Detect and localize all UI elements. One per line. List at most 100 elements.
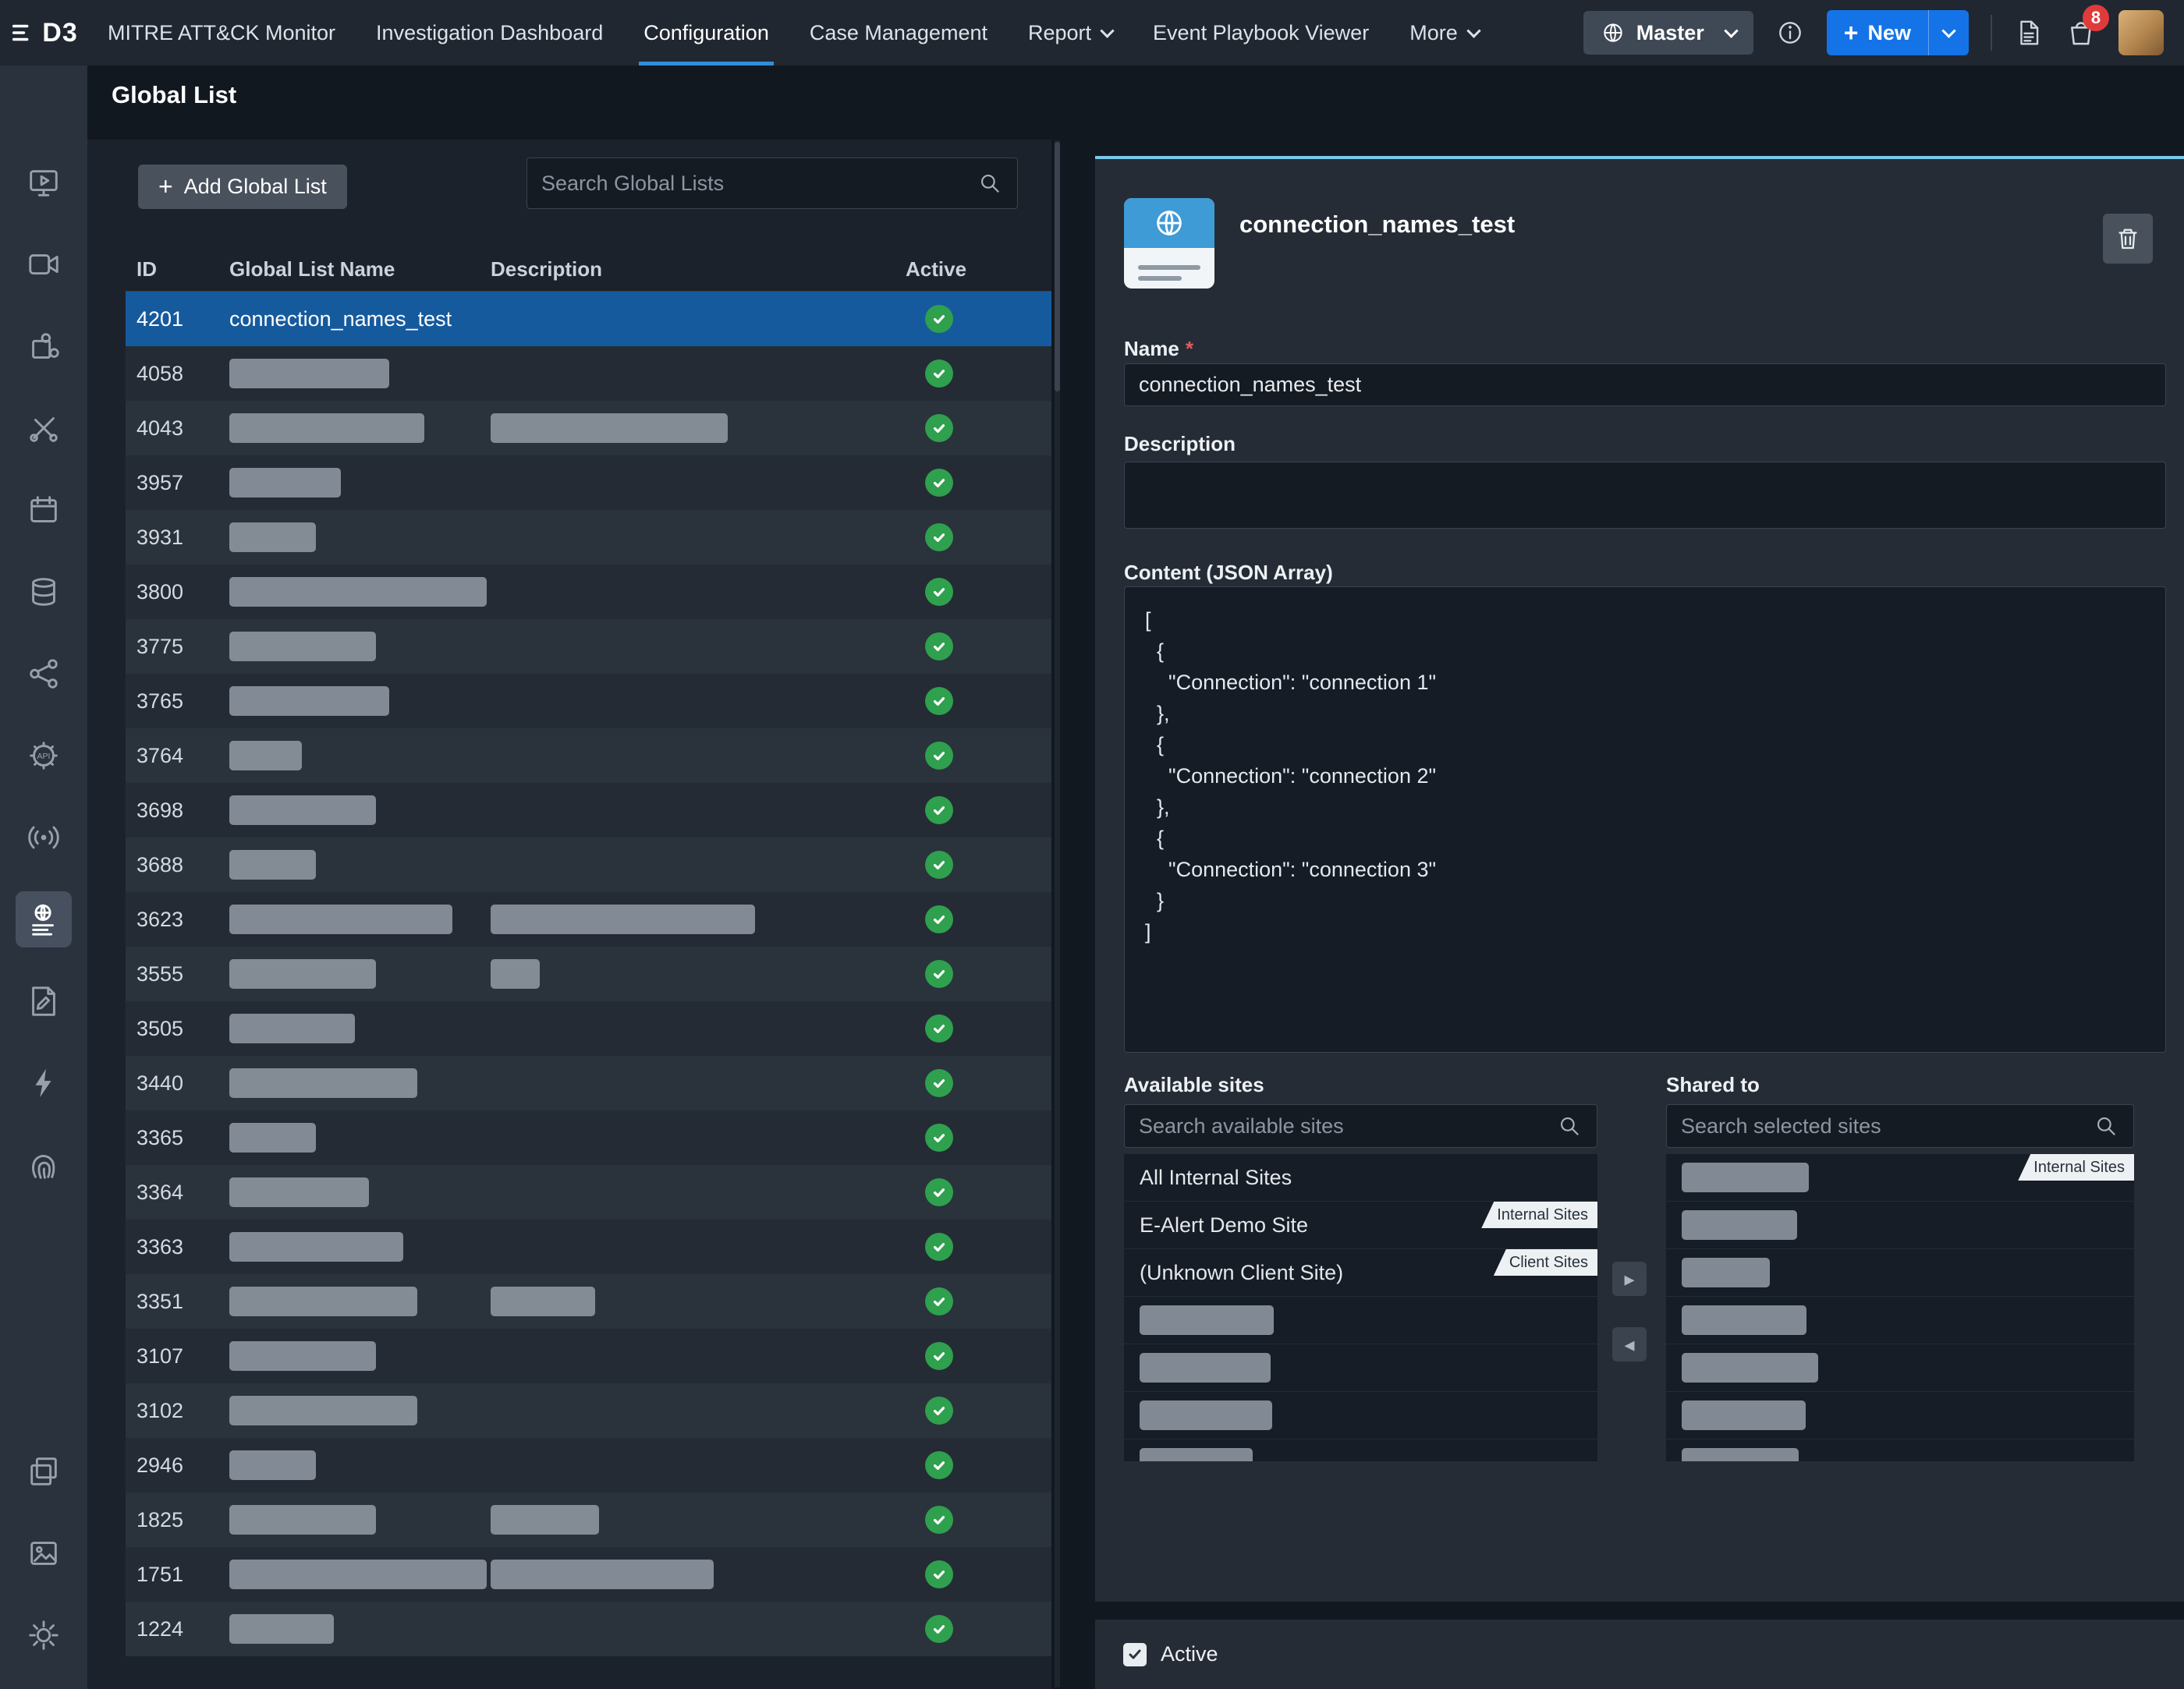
table-row[interactable]: 3363: [126, 1220, 1051, 1274]
table-row[interactable]: 2946: [126, 1438, 1051, 1492]
shared-site-item[interactable]: [1666, 1202, 2134, 1249]
table-row[interactable]: 3555: [126, 947, 1051, 1001]
table-row[interactable]: 1825: [126, 1492, 1051, 1547]
active-check-icon: [925, 1397, 953, 1425]
active-check-icon: [925, 1014, 953, 1043]
shared-site-item[interactable]: Internal Sites: [1666, 1154, 2134, 1202]
new-dropdown-toggle[interactable]: [1928, 10, 1969, 55]
available-site-item[interactable]: E-Alert Demo SiteInternal Sites: [1124, 1202, 1597, 1249]
sidebar-item-broadcast[interactable]: [16, 809, 72, 866]
table-row[interactable]: 1751: [126, 1547, 1051, 1602]
sidebar-item-utilities[interactable]: [16, 400, 72, 456]
scrollbar-thumb[interactable]: [1055, 142, 1060, 391]
table-row[interactable]: 3957: [126, 455, 1051, 510]
table-row[interactable]: 3351: [126, 1274, 1051, 1329]
table-row[interactable]: 3764: [126, 728, 1051, 783]
delete-button[interactable]: [2103, 214, 2153, 264]
available-site-item[interactable]: [1124, 1297, 1597, 1344]
available-site-item[interactable]: All Internal Sites: [1124, 1154, 1597, 1202]
available-site-item[interactable]: [1124, 1392, 1597, 1439]
sidebar-item-graph[interactable]: [16, 646, 72, 702]
nav-item-report[interactable]: Report: [1008, 0, 1133, 66]
table-row[interactable]: 3775: [126, 619, 1051, 674]
nav-item-mitre-att-ck-monitor[interactable]: MITRE ATT&CK Monitor: [87, 0, 356, 66]
sidebar-item-forms[interactable]: [16, 973, 72, 1029]
available-site-item[interactable]: [1124, 1344, 1597, 1392]
sidebar-item-global-lists[interactable]: [16, 891, 72, 947]
nav-item-label: Event Playbook Viewer: [1153, 21, 1369, 45]
shared-site-item[interactable]: [1666, 1392, 2134, 1439]
active-checkbox[interactable]: [1123, 1643, 1147, 1666]
available-site-item[interactable]: [1124, 1439, 1597, 1461]
nav-item-configuration[interactable]: Configuration: [623, 0, 789, 66]
table-row[interactable]: 4058: [126, 346, 1051, 401]
table-row[interactable]: 3102: [126, 1383, 1051, 1438]
table-row[interactable]: 3364: [126, 1165, 1051, 1220]
shared-site-item[interactable]: [1666, 1344, 2134, 1392]
automation-icon: [26, 1065, 62, 1101]
table-row[interactable]: 3107: [126, 1329, 1051, 1383]
table-row[interactable]: 3800: [126, 565, 1051, 619]
row-active: [906, 578, 1051, 606]
table-row[interactable]: 3765: [126, 674, 1051, 728]
row-active: [906, 523, 1051, 551]
row-id: 3364: [126, 1181, 223, 1205]
column-header-active[interactable]: Active: [906, 257, 1051, 282]
column-header-name[interactable]: Global List Name: [223, 257, 491, 282]
sidebar-item-fingerprint[interactable]: [16, 1137, 72, 1193]
sidebar-item-settings[interactable]: [16, 1607, 72, 1663]
shared-site-item[interactable]: [1666, 1439, 2134, 1461]
sidebar-item-calendar[interactable]: [16, 482, 72, 538]
table-row[interactable]: 3623: [126, 892, 1051, 947]
shared-site-item[interactable]: [1666, 1297, 2134, 1344]
sidebar-item-video[interactable]: [16, 236, 72, 292]
table-row[interactable]: 3505: [126, 1001, 1051, 1056]
nav-item-case-management[interactable]: Case Management: [789, 0, 1008, 66]
sidebar-item-monitor[interactable]: [16, 154, 72, 211]
column-header-id[interactable]: ID: [126, 257, 223, 282]
sidebar-item-api[interactable]: API: [16, 728, 72, 784]
table-row[interactable]: 3698: [126, 783, 1051, 837]
sidebar-item-media[interactable]: [16, 1525, 72, 1581]
table-row[interactable]: 4201connection_names_test: [126, 292, 1051, 346]
d3-logo[interactable]: D3: [0, 0, 87, 66]
sidebar-item-automation[interactable]: [16, 1055, 72, 1111]
name-input[interactable]: [1124, 363, 2166, 406]
info-icon[interactable]: [1775, 18, 1805, 48]
table-row[interactable]: 3440: [126, 1056, 1051, 1110]
top-nav: D3 MITRE ATT&CK MonitorInvestigation Das…: [0, 0, 2184, 66]
active-check-icon: [925, 1069, 953, 1097]
move-left-button[interactable]: [1612, 1327, 1647, 1361]
nav-divider: [1991, 15, 1992, 51]
document-icon[interactable]: [2014, 18, 2044, 48]
move-right-button[interactable]: [1612, 1262, 1647, 1296]
scrollbar[interactable]: [1055, 140, 1060, 1687]
table-row[interactable]: 4043: [126, 401, 1051, 455]
global-list-search-input[interactable]: [541, 172, 977, 196]
nav-item-investigation-dashboard[interactable]: Investigation Dashboard: [356, 0, 623, 66]
available-sites-search-input[interactable]: [1139, 1114, 1556, 1138]
table-row[interactable]: 3931: [126, 510, 1051, 565]
available-site-item[interactable]: (Unknown Client Site)Client Sites: [1124, 1249, 1597, 1297]
new-button[interactable]: New: [1827, 10, 1969, 55]
utilities-icon: [26, 410, 62, 446]
description-input[interactable]: [1124, 462, 2166, 529]
content-json-editor[interactable]: [ { "Connection": "connection 1" }, { "C…: [1124, 586, 2166, 1053]
sidebar-item-windows[interactable]: [16, 1443, 72, 1500]
shared-site-item[interactable]: [1666, 1249, 2134, 1297]
table-row[interactable]: 3688: [126, 837, 1051, 892]
notifications-button[interactable]: 8: [2065, 17, 2097, 48]
avatar[interactable]: [2118, 10, 2164, 55]
sidebar-item-integrations[interactable]: [16, 318, 72, 374]
redacted-name: [229, 1014, 355, 1043]
shared-sites-search-input[interactable]: [1681, 1114, 2093, 1138]
column-header-description[interactable]: Description: [491, 257, 906, 282]
active-check-icon: [925, 1451, 953, 1479]
nav-item-event-playbook-viewer[interactable]: Event Playbook Viewer: [1133, 0, 1389, 66]
table-row[interactable]: 3365: [126, 1110, 1051, 1165]
master-dropdown[interactable]: Master: [1583, 11, 1753, 55]
sidebar-item-data[interactable]: [16, 564, 72, 620]
table-row[interactable]: 1224: [126, 1602, 1051, 1656]
nav-item-more[interactable]: More: [1389, 0, 1499, 66]
add-global-list-button[interactable]: Add Global List: [138, 165, 347, 209]
